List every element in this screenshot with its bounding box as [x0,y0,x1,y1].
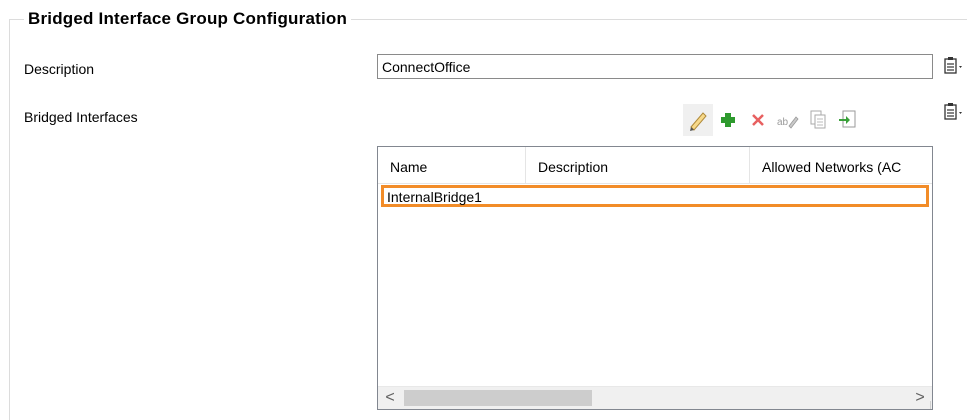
rename-icon: ab [777,116,799,129]
edit-icon [690,112,707,131]
svg-text:ab: ab [777,117,789,128]
resize-tick [930,401,931,409]
description-options-button[interactable] [944,56,962,76]
rename-button[interactable]: ab [773,104,803,136]
column-header-name[interactable]: Name [378,147,526,183]
description-input[interactable] [377,54,933,79]
bridged-interfaces-grid[interactable]: Name Description Allowed Networks (AC In… [377,146,933,410]
add-button[interactable] [713,104,743,136]
delete-icon [752,114,764,126]
bridged-toolbar: ab [683,104,923,136]
scroll-thumb[interactable] [404,390,592,406]
delete-button[interactable] [743,104,773,136]
import-button[interactable] [833,104,863,136]
scroll-right-button[interactable]: > [911,389,929,407]
column-header-allowed-networks[interactable]: Allowed Networks (AC [750,147,932,183]
group-title: Bridged Interface Group Configuration [24,9,352,29]
import-icon [839,110,856,128]
column-header-description[interactable]: Description [526,147,750,183]
edit-button[interactable] [683,104,713,136]
clipboard-icon [944,57,962,74]
table-row[interactable]: InternalBridge1 [381,185,929,207]
horizontal-scrollbar[interactable]: < > [378,386,932,409]
bridged-interfaces-label: Bridged Interfaces [24,109,138,125]
row-name-cell: InternalBridge1 [387,189,482,205]
copy-icon [810,110,826,129]
scroll-left-button[interactable]: < [381,389,399,407]
copy-button[interactable] [803,104,833,136]
description-label: Description [24,61,95,77]
bridged-options-button[interactable] [944,102,962,122]
clipboard-icon [944,103,962,120]
add-icon [721,113,735,127]
grid-header: Name Description Allowed Networks (AC [378,147,932,184]
